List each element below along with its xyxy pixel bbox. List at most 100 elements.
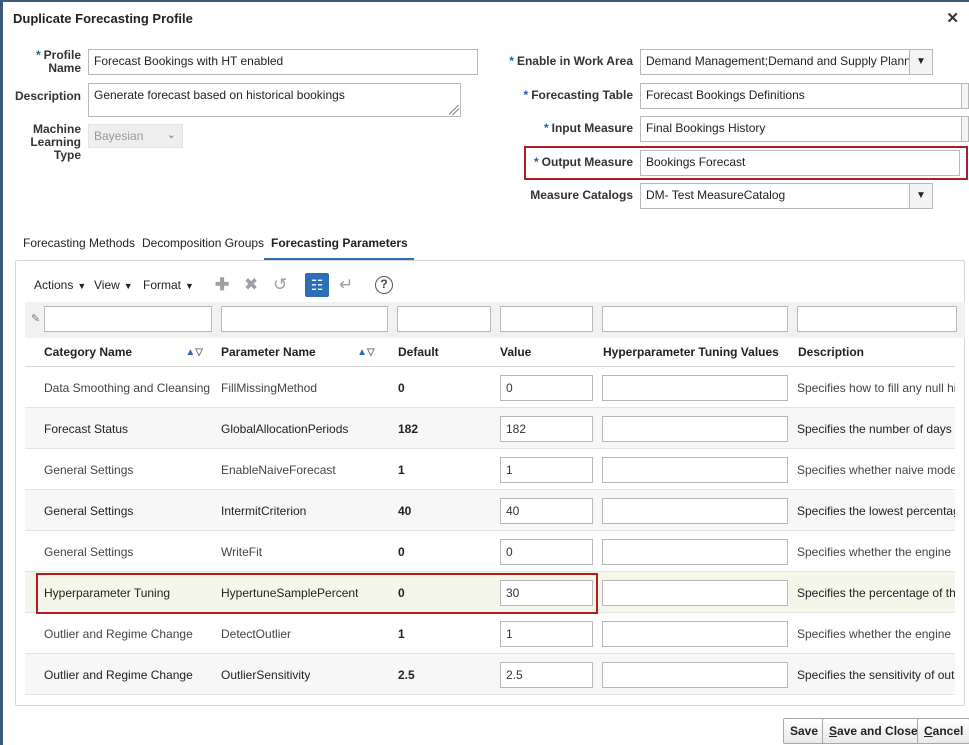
profile-name-input[interactable]: Forecast Bookings with HT enabled [88,49,478,75]
description-cell: Specifies the percentage of the p [797,586,955,600]
work-area-input[interactable]: Demand Management;Demand and Supply Plan… [640,49,910,75]
tab-forecasting-parameters[interactable]: Forecasting Parameters [264,236,414,260]
value-input[interactable]: 1 [500,457,593,483]
caret-down-icon: ▼ [123,281,133,291]
profile-name-label: * Profile Name [35,48,81,75]
measure-catalogs-input[interactable]: DM- Test MeasureCatalog [640,183,910,209]
filter-parameter-input[interactable] [221,306,388,332]
parameter-cell: GlobalAllocationPeriods [221,422,349,436]
table-row[interactable]: General Settings WriteFit 0 0 Specifies … [25,531,955,572]
hyper-input[interactable] [602,457,788,483]
caret-down-icon: ▼ [185,281,194,291]
filter-hyper-input[interactable] [602,306,788,332]
hypertune-row-highlight [36,573,598,614]
tab-decomposition-groups[interactable]: Decomposition Groups [142,236,264,258]
header-default[interactable]: Default [398,345,439,359]
filter-category-input[interactable] [44,306,212,332]
measure-catalogs-dropdown-button[interactable]: ▼ [909,183,933,209]
header-description[interactable]: Description [798,345,864,359]
default-cell: 40 [398,504,412,518]
ml-type-select: Bayesian ⌄ [88,124,183,148]
parameter-cell: FillMissingMethod [221,381,318,395]
forecasting-table-input[interactable]: Forecast Bookings Definitions [640,83,962,109]
description-cell: Specifies whether the engine sh [797,627,955,641]
value-input[interactable]: 0 [500,375,593,401]
value-input[interactable]: 1 [500,621,593,647]
table-row[interactable]: General Settings IntermitCriterion 40 40… [25,490,955,531]
category-cell: Forecast Status [44,422,129,436]
filter-description-input[interactable] [797,306,957,332]
parameter-cell: DetectOutlier [221,627,292,641]
cancel-button[interactable]: Cancel [917,718,969,744]
actions-menu[interactable]: Actions ▼ [34,278,86,292]
table-row[interactable]: Outlier and Regime Change DetectOutlier … [25,613,955,654]
sort-ascending-icon[interactable]: ▲ [357,347,367,358]
hyper-input[interactable] [602,375,788,401]
description-textarea[interactable]: Generate forecast based on historical bo… [88,83,461,117]
refresh-icon[interactable]: ↺ [273,275,287,295]
value-input[interactable]: 182 [500,416,593,442]
sort-ascending-icon[interactable]: ▲ [185,347,195,358]
parameter-cell: IntermitCriterion [221,504,307,518]
sort-descending-icon[interactable]: ▽ [367,347,375,358]
input-measure-label: * Input Measure [543,121,633,135]
header-value[interactable]: Value [500,345,531,359]
work-area-dropdown-button[interactable]: ▼ [909,49,933,75]
default-cell: 1 [398,627,405,641]
format-menu[interactable]: Format ▼ [143,278,194,292]
hyper-input[interactable] [602,580,788,606]
close-icon[interactable]: ✕ [946,9,959,27]
hyper-input[interactable] [602,539,788,565]
tab-forecasting-methods[interactable]: Forecasting Methods [23,236,135,258]
save-button[interactable]: Save [783,718,826,744]
view-menu[interactable]: View ▼ [94,278,133,292]
delete-icon[interactable]: ✖ [244,275,258,295]
description-cell: Specifies the number of days to [797,422,955,436]
input-measure-dropdown-button[interactable] [961,116,969,142]
triangle-down-icon: ▼ [916,56,926,67]
default-cell: 1 [398,463,405,477]
table-row[interactable]: Outlier and Regime Change OutlierSensiti… [25,654,955,695]
category-cell: Outlier and Regime Change [44,627,193,641]
measure-catalogs-label: Measure Catalogs [530,188,633,202]
duplicate-forecasting-profile-dialog: Duplicate Forecasting Profile ✕ * Profile… [0,0,969,745]
hyper-input[interactable] [602,621,788,647]
category-cell: General Settings [44,463,134,477]
category-cell: Outlier and Regime Change [44,668,193,682]
header-parameter-name[interactable]: Parameter Name ▲▽ [221,345,375,359]
table-row[interactable]: Data Smoothing and Cleansing FillMissing… [25,367,955,408]
forecasting-table-dropdown-button[interactable] [961,83,969,109]
filter-row: ✎ [25,302,965,338]
header-category-name[interactable]: Category Name ▲▽ [44,345,203,359]
help-icon[interactable]: ? [375,276,393,294]
header-hyperparameter-tuning-values[interactable]: Hyperparameter Tuning Values [603,345,779,359]
parameter-cell: WriteFit [221,545,263,559]
description-cell: Specifies whether naive modelin [797,463,955,477]
description-cell: Specifies the sensitivity of outlie [797,668,955,682]
value-input[interactable]: 0 [500,539,593,565]
input-measure-input[interactable]: Final Bookings History [640,116,962,142]
value-input[interactable]: 2.5 [500,662,593,688]
table-row[interactable]: General Settings EnableNaiveForecast 1 1… [25,449,955,490]
hyper-input[interactable] [602,416,788,442]
table-row[interactable]: Forecast Status GlobalAllocationPeriods … [25,408,955,449]
value-input[interactable]: 40 [500,498,593,524]
hyper-input[interactable] [602,498,788,524]
hyper-input[interactable] [602,662,788,688]
output-measure-input[interactable]: Bookings Forecast [640,150,960,176]
query-by-example-icon[interactable]: ☷ [305,273,329,297]
chevron-down-icon: ⌄ [166,129,176,141]
filter-value-input[interactable] [500,306,593,332]
filter-default-input[interactable] [397,306,491,332]
parameter-cell: EnableNaiveForecast [221,463,336,477]
output-measure-label: * Output Measure [533,155,633,169]
resize-handle-icon[interactable] [449,105,459,115]
description-label: Description [14,89,81,103]
description-cell: Specifies the lowest percentage [797,504,955,518]
category-cell: Data Smoothing and Cleansing [44,381,211,395]
work-area-label: * Enable in Work Area [509,54,633,68]
save-and-close-button[interactable]: Save and Close [822,718,925,744]
return-icon[interactable]: ↵ [339,275,353,295]
sort-descending-icon[interactable]: ▽ [195,347,203,358]
add-icon[interactable]: ✚ [215,275,229,295]
